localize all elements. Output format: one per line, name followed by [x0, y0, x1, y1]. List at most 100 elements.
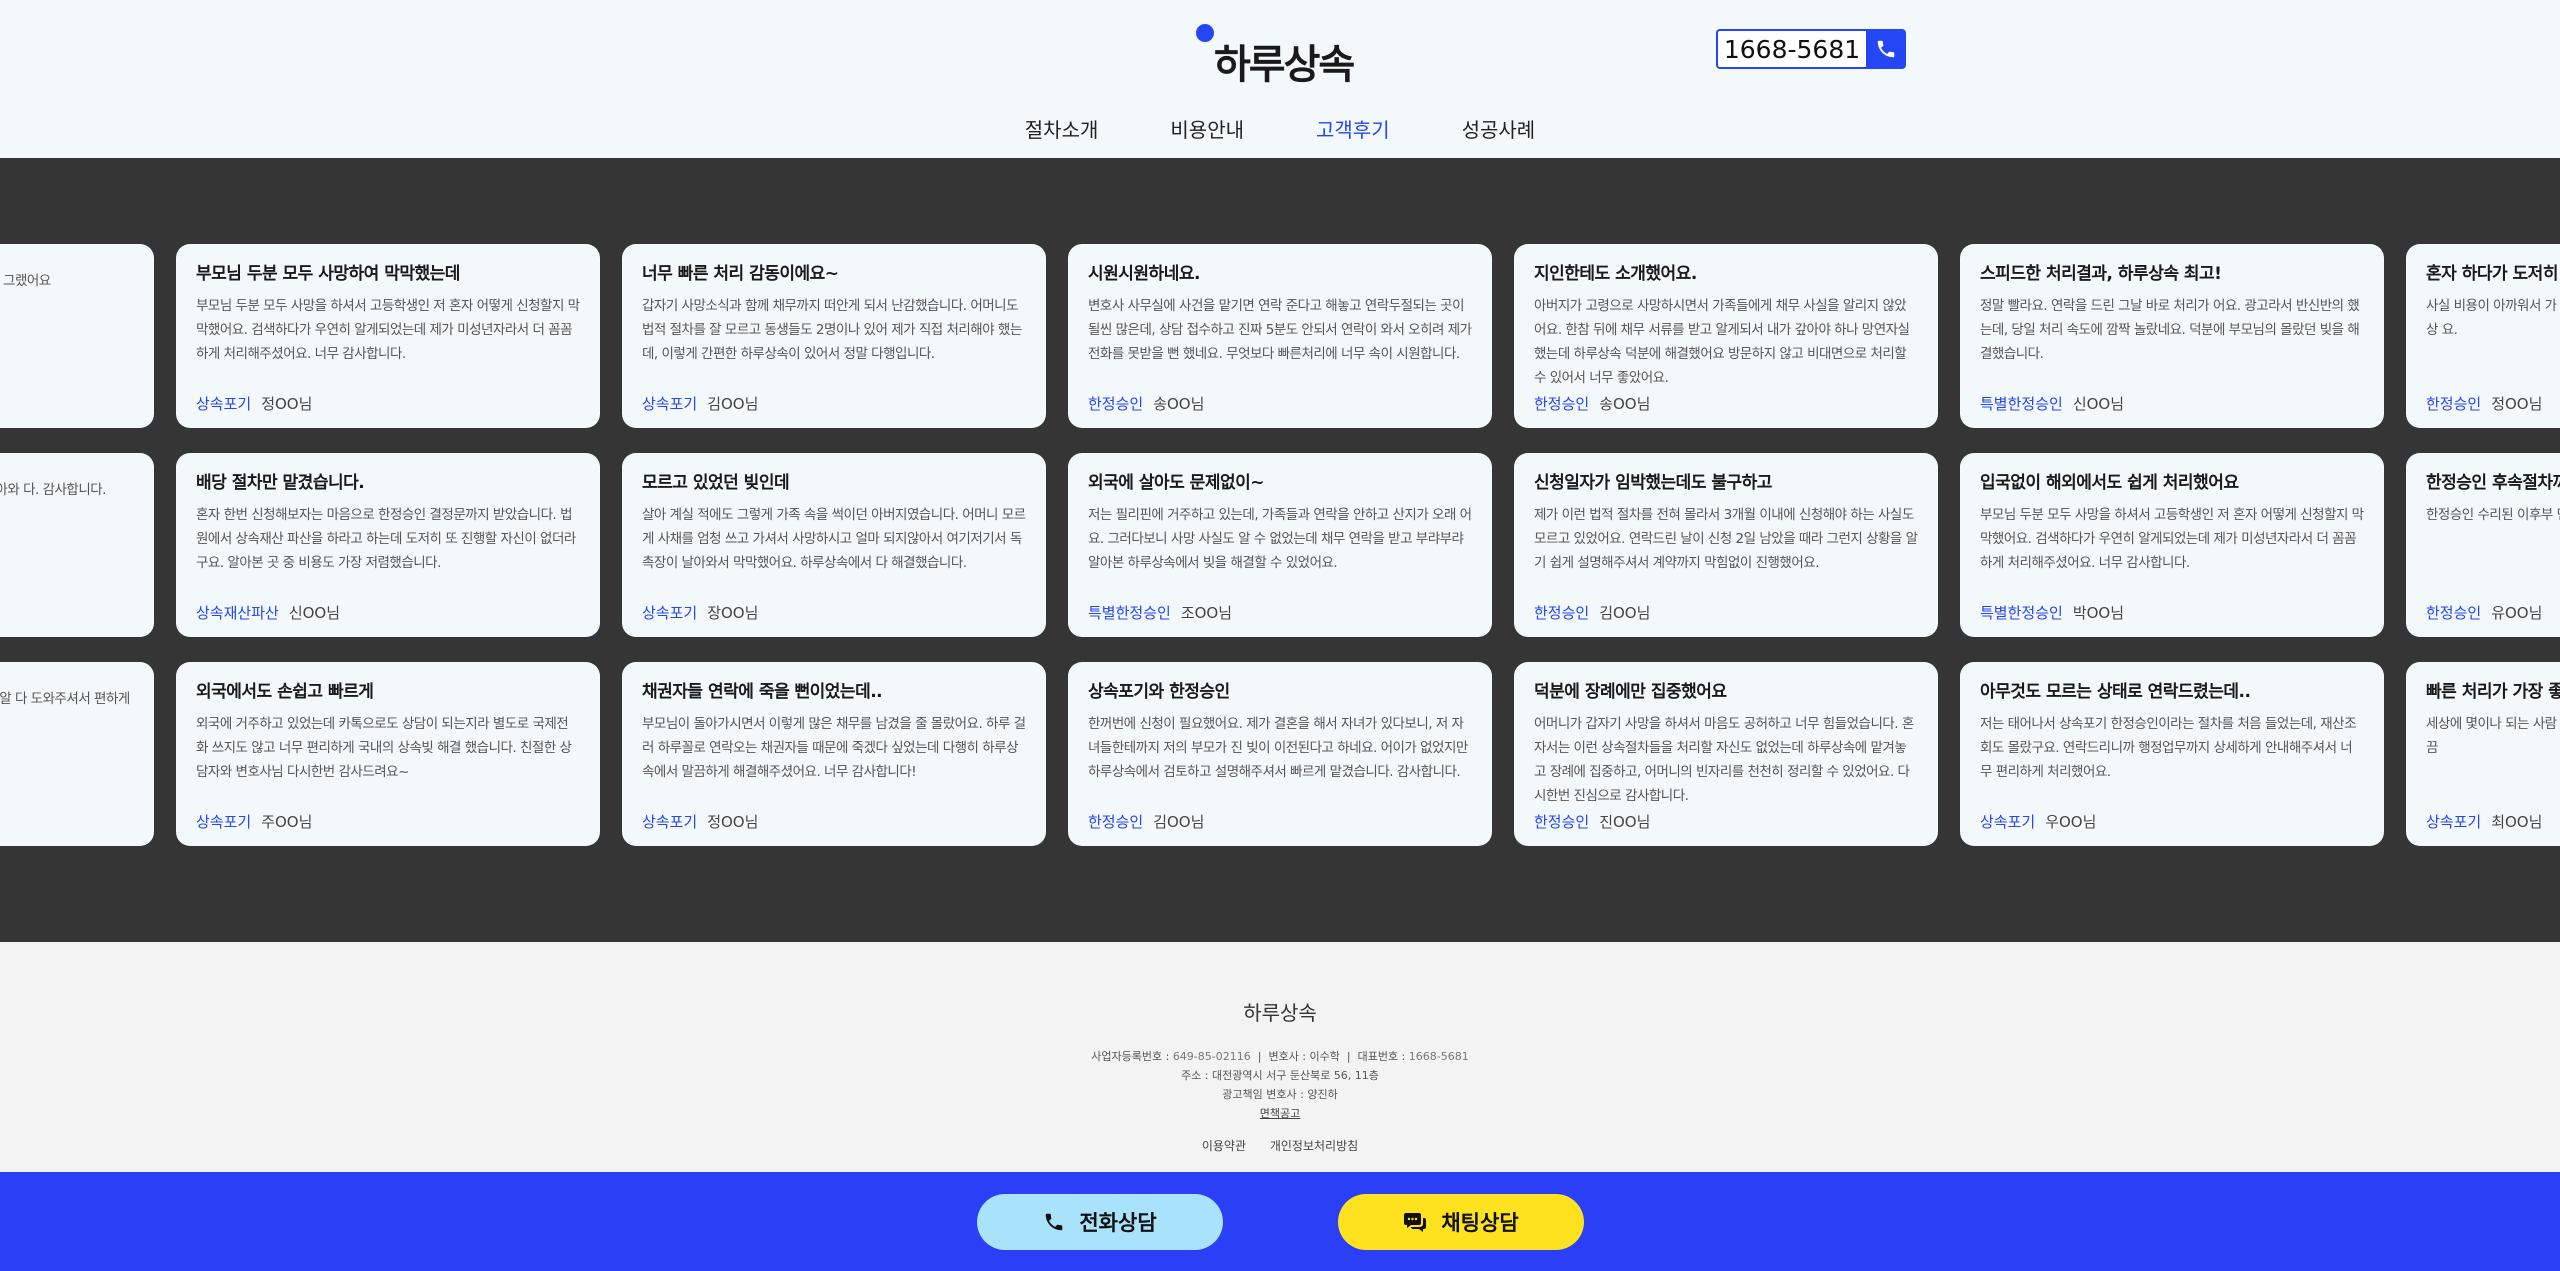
review-body: 한꺼번에 신청이 필요했어요. 제가 결혼을 해서 자녀가 있다보니, 저 자녀…	[1088, 716, 1468, 780]
site-header: 하루상속 1668-5681 절차소개 비용안내 고객후기 성공사례	[0, 0, 2560, 158]
review-author: 송OO님	[1153, 395, 1205, 413]
review-footer: 한정승인 송OO님	[1534, 393, 1650, 414]
review-card: 한정승인 후속절차까지한정승인 수리된 이후부 면 그냥 한정승인 시작부 버렸…	[2406, 453, 2560, 637]
footer-sep: |	[1254, 1050, 1269, 1063]
review-footer: 상속포기 주OO님	[196, 811, 312, 832]
review-service-tag: 한정승인	[1534, 813, 1590, 831]
review-title: 외국에 살아도 문제없이~	[1088, 473, 1264, 493]
review-card: 스피드한 처리결과, 하루상속 최고! 정말 빨라요. 연락을 드린 그날 바로 …	[1960, 244, 2384, 428]
review-service-tag: 상속포기	[196, 813, 252, 831]
review-body: 아버지가 고령으로 사망하시면서 가족들에게 채무 사실을 알리지 않았어요. …	[1534, 298, 1910, 386]
footer-sep: |	[1343, 1050, 1358, 1063]
review-title: 신청일자가 임박했는데도 불구하고	[1534, 473, 1772, 493]
nav-procedure[interactable]: 절차소개	[1025, 114, 1099, 143]
review-service-tag: 한정승인	[2426, 395, 2482, 413]
phone-contact[interactable]: 1668-5681	[1716, 29, 1906, 69]
review-author: 장OO님	[707, 604, 759, 622]
review-title: 외국에서도 손쉽고 빠르게	[196, 682, 374, 702]
review-title: 덕분에 장례에만 집중했어요	[1534, 682, 1727, 702]
review-author: 주OO님	[261, 813, 313, 831]
call-consult-button[interactable]: 전화상담	[977, 1194, 1223, 1250]
review-author: 최OO님	[2491, 813, 2543, 831]
review-footer: 상속포기 정OO님	[196, 393, 312, 414]
review-service-tag: 특별한정승인	[1088, 604, 1171, 622]
phone-icon	[1046, 1213, 1063, 1231]
review-title: 한정승인 후속절차까지	[2426, 473, 2560, 493]
review-card: 신청일자가 임박했는데도 불구하고제가 이런 법적 절차를 전혀 몰라서 3개월…	[1514, 453, 1938, 637]
review-card: 내려와서 막막해지더 인이었는데, 세상에 깔 엄 그랬어요	[0, 244, 154, 428]
review-body: 채무가 적었으면 어머니가 일찌리 대여금이 날아와 다. 감사합니다.	[0, 482, 106, 498]
review-card: 외국에서도 손쉽고 빠르게외국에 거주하고 있었는데 카톡으로도 상담이 되는지…	[176, 662, 600, 846]
review-body: 정말 빨라요. 연락을 드린 그날 바로 처리가 어요. 광고라서 반신반의 했…	[1980, 298, 2360, 362]
review-service-tag: 한정승인	[1088, 813, 1144, 831]
review-card: 상속포기와 한정승인한꺼번에 신청이 필요했어요. 제가 결혼을 해서 자녀가 …	[1068, 662, 1492, 846]
review-card: 채무가 적었으면 어머니가 일찌리 대여금이 날아와 다. 감사합니다.	[0, 453, 154, 637]
review-card: 혼자 하다가 도저히 안되어서사실 비용이 아까워서 가 명받아서 오갔는지 모…	[2406, 244, 2560, 428]
review-author: 박OO님	[2072, 604, 2125, 622]
review-card: 모르고 있었던 빚인데 살아 계실 적에도 그렇게 가족 속을 썩이던 아버지였습…	[622, 453, 1046, 637]
review-body: 너무 슬퍼서 아무것도 할 추천으로 하루상속을 알 다 도와주셔서 편하게 동	[0, 691, 130, 707]
review-title: 시원시원하네요.	[1088, 264, 1200, 284]
review-card: 시원시원하네요. 변호사 사무실에 사건을 맡기면 연락 준다고 해놓고 연락두절…	[1068, 244, 1492, 428]
review-body: 제가 이런 법적 절차를 전혀 몰라서 3개월 이내에 신청해야 하는 사실도 …	[1534, 507, 1918, 571]
footer-ad-manager: 광고책임 변호사 : 양진하	[1222, 1088, 1338, 1101]
footer-links: 이용약관 개인정보처리방침	[0, 1137, 2560, 1154]
review-title: 지인한테도 소개했어요.	[1534, 264, 1697, 284]
chat-consult-button[interactable]: 채팅상담	[1338, 1194, 1584, 1250]
review-service-tag: 상속재산파산	[196, 604, 279, 622]
review-title: 너무 빠른 처리 감동이에요~	[642, 264, 839, 284]
review-body: 세상에 몇이나 되는 사람 라도 그건 싫죠. 채무를 리 덕분에 빚 문제를 …	[2426, 716, 2560, 756]
review-author: 신OO님	[288, 604, 341, 622]
review-footer: 한정승인 김OO님	[1534, 602, 1650, 623]
review-author: 진OO님	[1599, 813, 1651, 831]
review-body: 부모님이 돌아가시면서 이렇게 많은 채무를 남겼을 줄 몰랐어요. 하루 걸러…	[642, 716, 1026, 780]
main-nav: 절차소개 비용안내 고객후기 성공사례	[0, 114, 2560, 143]
review-service-tag: 상속포기	[2426, 813, 2482, 831]
review-footer: 상속포기 정OO님	[642, 811, 758, 832]
review-card: 채권자들 연락에 죽을 뻔이었는데.. 부모님이 돌아가시면서 이렇게 많은 채무…	[622, 662, 1046, 846]
review-footer: 상속재산파산 신OO님	[196, 602, 340, 623]
review-author: 조OO님	[1180, 604, 1233, 622]
review-author: 우OO님	[2045, 813, 2097, 831]
review-author: 정OO님	[261, 395, 313, 413]
review-footer: 상속포기 최OO님	[2426, 811, 2542, 832]
review-card: 부모님 두분 모두 사망하여 막막했는데 부모님 두분 모두 사망을 하셔서 고등…	[176, 244, 600, 428]
site-footer: 하루상속 사업자등록번호 : 649-85-02116 | 변호사 : 이수학 …	[0, 942, 2560, 1172]
review-service-tag: 상속포기	[642, 604, 698, 622]
terms-link[interactable]: 이용약관	[1202, 1139, 1246, 1153]
review-card: 입국없이 해외에서도 쉽게 처리했어요 부모님 두분 모두 사망을 하셔서 고등학…	[1960, 453, 2384, 637]
disclaimer-link[interactable]: 면책공고	[1260, 1107, 1300, 1120]
phone-number[interactable]: 1668-5681	[1716, 29, 1866, 69]
nav-success-cases[interactable]: 성공사례	[1462, 114, 1536, 143]
review-title: 스피드한 처리결과, 하루상속 최고!	[1980, 264, 2222, 284]
phone-call-button[interactable]	[1866, 29, 1906, 69]
review-footer: 한정승인 정OO님	[2426, 393, 2542, 414]
review-author: 김OO님	[707, 395, 759, 413]
reviews-band: 내려와서 막막해지더 인이었는데, 세상에 깔 엄 그랬어요부모님 두분 모두 …	[0, 158, 2560, 942]
review-author: 신OO님	[2072, 395, 2125, 413]
review-author: 정OO님	[707, 813, 759, 831]
review-title: 빠른 처리가 가장 좋았	[2426, 682, 2560, 702]
nav-pricing[interactable]: 비용안내	[1170, 114, 1244, 143]
review-service-tag: 상속포기	[1980, 813, 2036, 831]
review-author: 송OO님	[1599, 395, 1651, 413]
rep-value: 1668-5681	[1408, 1050, 1469, 1063]
review-card: 외국에 살아도 문제없이~ 저는 필리핀에 거주하고 있는데, 가족들과 연락을 …	[1068, 453, 1492, 637]
review-card: 너무 빠른 처리 감동이에요~ 갑자기 사망소식과 함께 채무까지 떠안게 되서 …	[622, 244, 1046, 428]
review-card: 아무것도 모르는 상태로 연락드렸는데.. 저는 태어나서 상속포기 한정승인이라…	[1960, 662, 2384, 846]
review-card: 빠른 처리가 가장 좋았세상에 몇이나 되는 사람 라도 그건 싫죠. 채무를 …	[2406, 662, 2560, 846]
logo-dot	[1196, 24, 1214, 42]
review-footer: 한정승인 김OO님	[1088, 811, 1204, 832]
footer-line-1: 사업자등록번호 : 649-85-02116 | 변호사 : 이수학 | 대표번…	[0, 1047, 2560, 1066]
review-card: 덕분에 장례에만 집중했어요 어머니가 갑자기 사망을 하셔서 마음도 공허하고 …	[1514, 662, 1938, 846]
review-author: 김OO님	[1153, 813, 1205, 831]
review-body: 외국에 거주하고 있었는데 카톡으로도 상담이 되는지라 별도로 국제전화 쓰지…	[196, 716, 572, 780]
privacy-link[interactable]: 개인정보처리방침	[1270, 1139, 1358, 1153]
review-title: 모르고 있었던 빚인데	[642, 473, 790, 493]
review-title: 채권자들 연락에 죽을 뻔이었는데..	[642, 682, 883, 702]
nav-reviews[interactable]: 고객후기	[1316, 114, 1390, 143]
logo-text: 하루상속	[1214, 42, 1355, 88]
review-title: 상속포기와 한정승인	[1088, 682, 1230, 702]
review-service-tag: 상속포기	[196, 395, 252, 413]
review-footer: 한정승인 유OO님	[2426, 602, 2542, 623]
